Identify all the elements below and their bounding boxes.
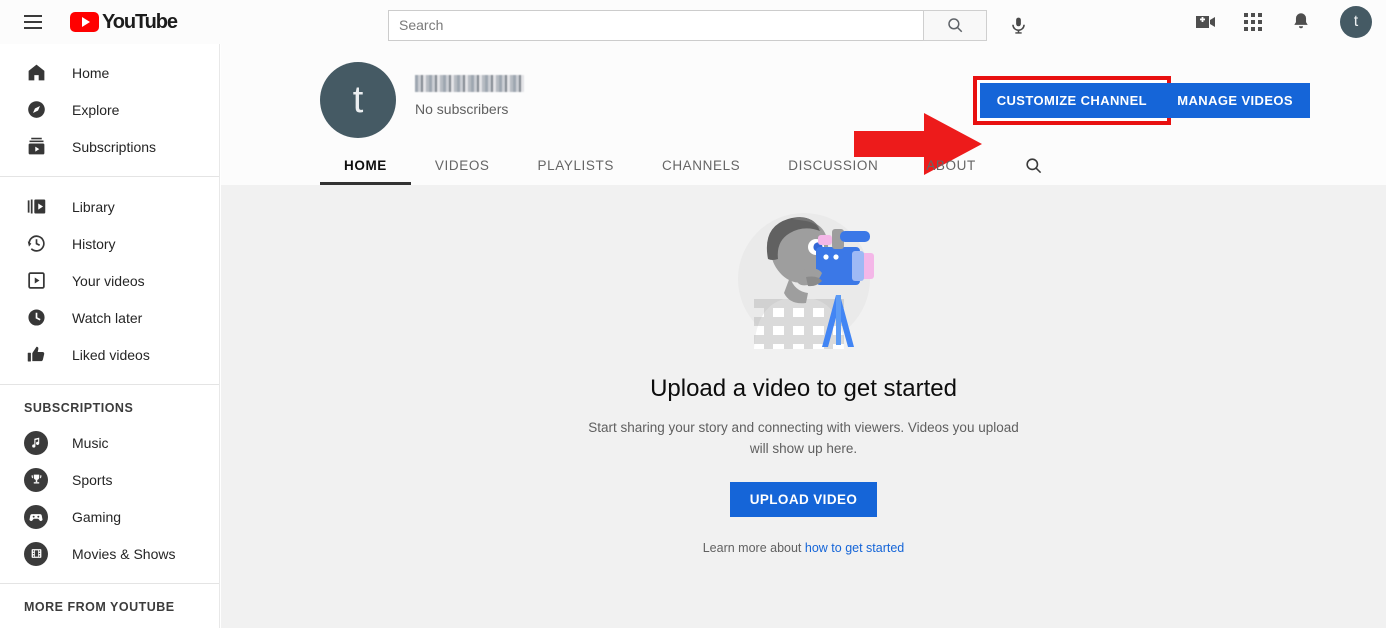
subscriptions-icon (24, 135, 48, 159)
sidebar-heading-more-from-youtube: MORE FROM YOUTUBE (0, 595, 219, 623)
explore-compass-icon (24, 98, 48, 122)
tab-about[interactable]: ABOUT (902, 158, 1000, 185)
sidebar-label-movies-shows: Movies & Shows (72, 546, 175, 562)
channel-search-icon[interactable] (1000, 156, 1067, 185)
sidebar-item-explore[interactable]: Explore (0, 91, 219, 128)
channel-name-redacted (415, 75, 524, 92)
person-with-video-camera-illustration (720, 199, 888, 359)
sidebar-item-home[interactable]: Home (0, 54, 219, 91)
sidebar-label-liked-videos: Liked videos (72, 347, 150, 363)
sidebar-label-subscriptions: Subscriptions (72, 139, 156, 155)
sidebar-item-music[interactable]: Music (0, 424, 219, 461)
empty-state-title: Upload a video to get started (650, 375, 957, 403)
empty-state-subtitle: Start sharing your story and connecting … (582, 417, 1026, 459)
tab-playlists[interactable]: PLAYLISTS (514, 158, 638, 185)
sidebar-item-liked-videos[interactable]: Liked videos (0, 336, 219, 373)
sidebar-item-history[interactable]: History (0, 225, 219, 262)
sidebar-label-music: Music (72, 435, 109, 451)
sidebar-label-watch-later: Watch later (72, 310, 142, 326)
channel-main-content: Upload a video to get started Start shar… (221, 185, 1386, 628)
subscriber-count: No subscribers (415, 101, 524, 117)
music-note-icon (24, 431, 48, 455)
microphone-icon[interactable] (999, 6, 1037, 44)
home-icon (24, 61, 48, 85)
tab-videos[interactable]: VIDEOS (411, 158, 514, 185)
upload-video-button[interactable]: UPLOAD VIDEO (730, 482, 878, 517)
sidebar-item-gaming[interactable]: Gaming (0, 498, 219, 535)
sidebar-divider-3 (0, 583, 219, 584)
watch-later-clock-icon (24, 306, 48, 330)
channel-meta: No subscribers (415, 75, 524, 117)
sidebar-item-your-videos[interactable]: Your videos (0, 262, 219, 299)
search-bar (388, 6, 1037, 44)
apps-grid-icon[interactable] (1240, 9, 1266, 35)
sidebar-label-sports: Sports (72, 472, 112, 488)
create-video-icon[interactable] (1192, 9, 1218, 35)
sidebar-divider-1 (0, 176, 219, 177)
sidebar-label-library: Library (72, 199, 115, 215)
sidebar-navigation: Home Explore Subscriptions (0, 44, 220, 628)
channel-header: t No subscribers CUSTOMIZE CHANNEL MANAG… (221, 44, 1386, 185)
film-icon (24, 542, 48, 566)
hamburger-menu-icon[interactable] (21, 10, 45, 34)
top-bar-actions: t (1192, 0, 1372, 44)
sidebar-item-sports[interactable]: Sports (0, 461, 219, 498)
customize-channel-button[interactable]: CUSTOMIZE CHANNEL (980, 83, 1164, 118)
sidebar-heading-subscriptions: SUBSCRIPTIONS (0, 396, 219, 424)
account-avatar[interactable]: t (1340, 6, 1372, 38)
learn-more-prefix: Learn more about (703, 541, 805, 555)
sidebar-label-explore: Explore (72, 102, 119, 118)
tab-channels[interactable]: CHANNELS (638, 158, 764, 185)
tab-home[interactable]: HOME (320, 158, 411, 185)
sidebar-item-watch-later[interactable]: Watch later (0, 299, 219, 336)
trophy-icon (24, 468, 48, 492)
channel-avatar[interactable]: t (320, 62, 396, 138)
sidebar-label-gaming: Gaming (72, 509, 121, 525)
notifications-bell-icon[interactable] (1288, 9, 1314, 35)
youtube-logo[interactable]: YouTube (70, 11, 177, 34)
youtube-channel-page: YouTube (0, 0, 1386, 628)
sidebar-label-history: History (72, 236, 116, 252)
library-icon (24, 195, 48, 219)
sidebar-item-library[interactable]: Library (0, 188, 219, 225)
thumbs-up-icon (24, 343, 48, 367)
manage-videos-button[interactable]: MANAGE VIDEOS (1160, 83, 1310, 118)
tab-discussion[interactable]: DISCUSSION (764, 158, 902, 185)
sidebar-divider-2 (0, 384, 219, 385)
sidebar-label-home: Home (72, 65, 109, 81)
customize-channel-highlight: CUSTOMIZE CHANNEL (973, 76, 1171, 125)
search-input[interactable] (388, 10, 923, 41)
youtube-play-icon (70, 12, 99, 32)
channel-tabs: HOME VIDEOS PLAYLISTS CHANNELS DISCUSSIO… (320, 145, 1067, 185)
history-clock-icon (24, 232, 48, 256)
your-videos-icon (24, 269, 48, 293)
how-to-get-started-link[interactable]: how to get started (805, 541, 904, 555)
gaming-icon (24, 505, 48, 529)
sidebar-item-movies-shows[interactable]: Movies & Shows (0, 535, 219, 572)
search-button[interactable] (923, 10, 987, 41)
top-navigation-bar: YouTube (0, 0, 1386, 44)
learn-more-text: Learn more about how to get started (703, 541, 905, 555)
sidebar-item-subscriptions[interactable]: Subscriptions (0, 128, 219, 165)
sidebar-label-your-videos: Your videos (72, 273, 145, 289)
youtube-logo-text: YouTube (102, 11, 177, 34)
